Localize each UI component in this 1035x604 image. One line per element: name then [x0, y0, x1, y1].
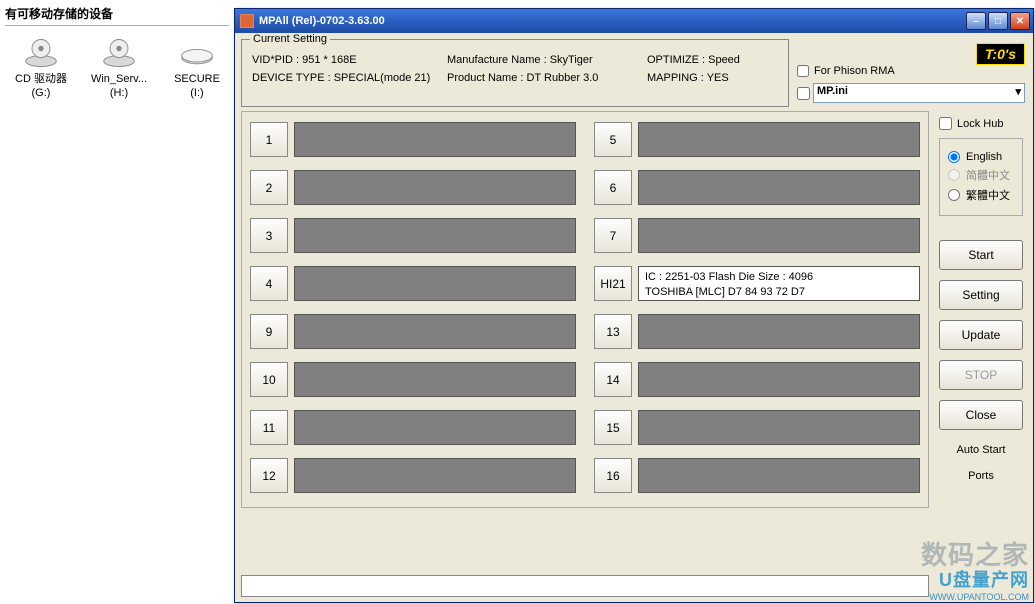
drive-icon-secure[interactable]: SECURE (I:) [169, 36, 225, 101]
slot-button-15[interactable]: 15 [594, 410, 632, 445]
desktop-icon-list: CD 驱动器 (G:) Win_Serv... (H:) SECURE (I:) [13, 36, 229, 101]
titlebar[interactable]: MPAll (Rel)-0702-3.63.00 – □ ✕ [235, 9, 1033, 33]
slot-box-7 [638, 218, 920, 253]
drive-icon-cd[interactable]: CD 驱动器 (G:) [13, 36, 69, 101]
slots-grid: 1526374HI21IC : 2251-03 Flash Die Size :… [241, 111, 929, 508]
slot-button-5[interactable]: 5 [594, 122, 632, 157]
ports-label: Ports [939, 470, 1023, 482]
lang-tc-radio[interactable] [948, 189, 960, 201]
minimize-button[interactable]: – [966, 12, 986, 30]
app-icon [240, 14, 254, 28]
close-button[interactable]: ✕ [1010, 12, 1030, 30]
start-button[interactable]: Start [939, 240, 1023, 270]
slot-box-1 [294, 122, 576, 157]
lang-english-radio[interactable] [948, 151, 960, 163]
slot-button-12[interactable]: 12 [250, 458, 288, 493]
phison-rma-label: For Phison RMA [814, 65, 895, 77]
slot-button-14[interactable]: 14 [594, 362, 632, 397]
slot-box-10 [294, 362, 576, 397]
right-settings: T:0's For Phison RMA MP.ini▾ [795, 39, 1027, 107]
slot-box-11 [294, 410, 576, 445]
side-panel: Lock Hub English 简體中文 繁體中文 Start Setting… [935, 111, 1027, 508]
product-name-label: Product Name : DT Rubber 3.0 [447, 72, 647, 84]
app-window: MPAll (Rel)-0702-3.63.00 – □ ✕ Current S… [234, 8, 1034, 603]
slot-box-5 [638, 122, 920, 157]
language-group: English 简體中文 繁體中文 [939, 138, 1023, 216]
device-type-label: DEVICE TYPE : SPECIAL(mode 21) [252, 72, 447, 84]
optimize-label: OPTIMIZE : Speed [647, 54, 787, 66]
slot-box-12 [294, 458, 576, 493]
auto-start-label: Auto Start [939, 444, 1023, 456]
config-select[interactable]: MP.ini▾ [813, 83, 1025, 103]
lang-sc-label: 简體中文 [966, 167, 1010, 183]
drive-icon-winserv[interactable]: Win_Serv... (H:) [91, 36, 147, 101]
slot-button-1[interactable]: 1 [250, 122, 288, 157]
setting-button[interactable]: Setting [939, 280, 1023, 310]
slot-button-9[interactable]: 9 [250, 314, 288, 349]
mapping-label: MAPPING : YES [647, 72, 787, 84]
close-app-button[interactable]: Close [939, 400, 1023, 430]
desktop-header: 有可移动存储的设备 [5, 5, 229, 26]
slot-box-9 [294, 314, 576, 349]
slot-button-10[interactable]: 10 [250, 362, 288, 397]
slot-box-HI21: IC : 2251-03 Flash Die Size : 4096TOSHIB… [638, 266, 920, 301]
lang-english-label: English [966, 151, 1002, 163]
slot-box-3 [294, 218, 576, 253]
slot-box-4 [294, 266, 576, 301]
desktop-panel: 有可移动存储的设备 CD 驱动器 (G:) Win_Serv... (H:) S… [0, 0, 234, 604]
slot-button-16[interactable]: 16 [594, 458, 632, 493]
slot-button-7[interactable]: 7 [594, 218, 632, 253]
slot-box-13 [638, 314, 920, 349]
stop-button: STOP [939, 360, 1023, 390]
update-button[interactable]: Update [939, 320, 1023, 350]
window-title: MPAll (Rel)-0702-3.63.00 [259, 15, 966, 27]
slot-box-15 [638, 410, 920, 445]
watermark: 数码之家 U盘量产网 WWW.UPANTOOL.COM [921, 535, 1029, 602]
slot-button-HI21[interactable]: HI21 [594, 266, 632, 301]
status-bar [241, 575, 929, 597]
slot-button-6[interactable]: 6 [594, 170, 632, 205]
current-setting-legend: Current Setting [250, 33, 330, 45]
lang-sc-radio [948, 169, 960, 181]
manufacture-label: Manufacture Name : SkyTiger [447, 54, 647, 66]
slot-button-13[interactable]: 13 [594, 314, 632, 349]
config-checkbox[interactable] [797, 87, 810, 100]
slot-box-6 [638, 170, 920, 205]
lock-hub-label: Lock Hub [957, 118, 1003, 130]
maximize-button[interactable]: □ [988, 12, 1008, 30]
slot-box-2 [294, 170, 576, 205]
slot-button-2[interactable]: 2 [250, 170, 288, 205]
timer-badge: T:0's [976, 43, 1025, 65]
current-setting-group: Current Setting VID*PID : 951 * 168E Man… [241, 39, 789, 107]
slot-button-3[interactable]: 3 [250, 218, 288, 253]
slot-button-11[interactable]: 11 [250, 410, 288, 445]
phison-rma-checkbox[interactable] [797, 65, 809, 77]
vidpid-label: VID*PID : 951 * 168E [252, 54, 447, 66]
lang-tc-label: 繁體中文 [966, 187, 1010, 203]
slot-box-16 [638, 458, 920, 493]
slot-box-14 [638, 362, 920, 397]
lock-hub-checkbox[interactable] [939, 117, 952, 130]
slot-button-4[interactable]: 4 [250, 266, 288, 301]
